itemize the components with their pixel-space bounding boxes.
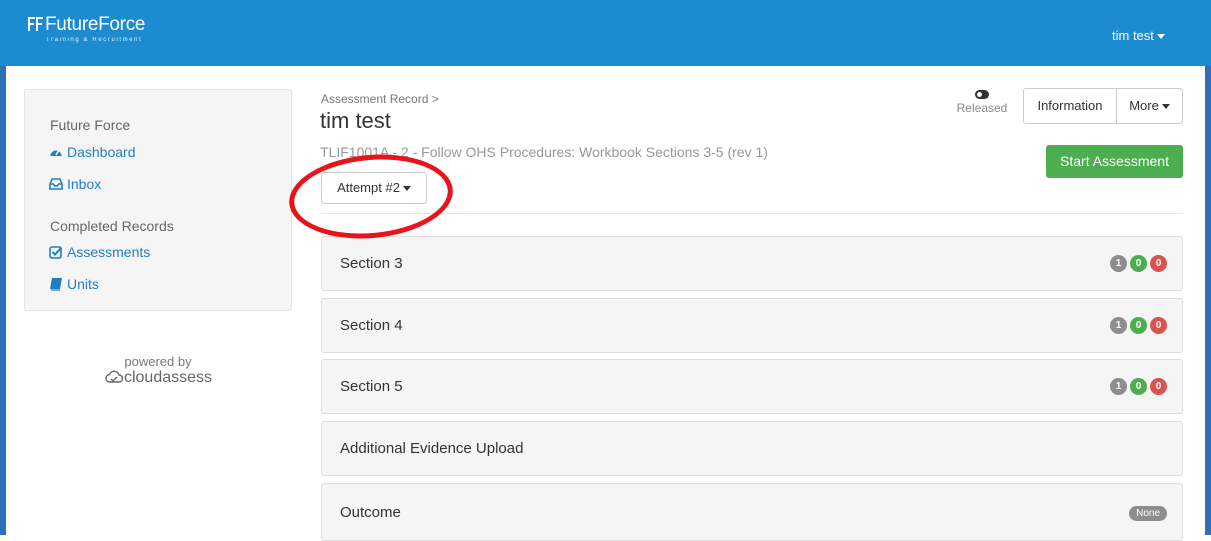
unit-subtitle: TLIF1001A - 2 - Follow OHS Procedures: W… [320,144,768,160]
tachometer-icon [50,149,62,156]
user-menu[interactable]: tim test [1112,28,1165,43]
breadcrumb-separator: > [431,92,439,106]
satisfactory-count-badge: 0 [1130,255,1147,273]
more-label: More [1129,98,1159,113]
pending-count-badge: 1 [1110,317,1127,335]
outcome-status-badge: None [1129,506,1167,522]
sidebar-item-inbox[interactable]: Inbox [49,176,101,192]
sidebar-item-assessments[interactable]: Assessments [49,244,150,260]
breadcrumb-link[interactable]: Assessment Record [321,92,428,106]
start-assessment-button[interactable]: Start Assessment [1046,145,1183,178]
section-panel[interactable]: Additional Evidence Upload [321,421,1183,476]
caret-down-icon [402,186,411,192]
header-divider [321,213,1183,214]
book-icon [50,278,62,291]
user-menu-label: tim test [1112,28,1154,43]
sidebar-item-label: Units [67,276,99,292]
cloudassess-text: cloudassess [123,369,213,386]
sidebar-item-label: Dashboard [67,144,136,160]
logo-text: FutureForce [45,14,146,35]
section-badges: 100 [1107,378,1167,396]
not-satisfactory-count-badge: 0 [1150,317,1167,335]
sidebar-org-heading: Future Force [50,117,131,133]
sidebar-item-label: Assessments [67,244,151,260]
sidebar-records-heading: Completed Records [50,218,174,234]
cloudassess-logo[interactable]: cloudassess [24,369,292,387]
section-badges: 100 [1107,317,1167,335]
not-satisfactory-count-badge: 0 [1150,378,1167,396]
attempt-dropdown[interactable]: Attempt #2 [321,172,427,204]
outcome-status: None [1129,505,1167,523]
caret-down-icon [1156,34,1165,40]
not-satisfactory-count-badge: 0 [1150,255,1167,273]
section-title: Outcome [340,504,401,521]
caret-down-icon [1161,104,1170,110]
released-label: Released [956,101,1008,115]
logo-mark-icon [28,17,43,31]
more-dropdown[interactable]: More [1116,88,1183,124]
section-title: Section 3 [340,255,403,272]
toggle-icon [975,90,989,99]
attempt-label: Attempt #2 [337,180,400,195]
information-button[interactable]: Information [1023,88,1117,124]
breadcrumb: Assessment Record > [321,92,439,106]
pending-count-badge: 1 [1110,255,1127,273]
outcome-panel[interactable]: Outcome None [321,483,1183,541]
sidebar: Future Force Dashboard Inbox Completed R… [24,89,292,311]
check-square-icon [49,246,63,259]
cloud-icon [105,370,124,383]
page-title: tim test [320,108,391,133]
section-title: Additional Evidence Upload [340,440,524,457]
satisfactory-count-badge: 0 [1130,378,1147,396]
section-title: Section 4 [340,317,403,334]
section-panel[interactable]: Section 4 100 [321,298,1183,353]
top-navbar: FutureForce Training & Recruitment tim t… [0,0,1211,66]
section-panel[interactable]: Section 5 100 [321,359,1183,414]
pending-count-badge: 1 [1110,378,1127,396]
sidebar-item-dashboard[interactable]: Dashboard [49,144,136,160]
sidebar-item-units[interactable]: Units [49,276,99,292]
satisfactory-count-badge: 0 [1130,317,1147,335]
inbox-icon [49,178,63,190]
powered-by: powered by cloudassess [24,354,292,386]
logo-tagline: Training & Recruitment [46,37,143,43]
section-badges: 100 [1107,255,1167,273]
released-toggle[interactable]: Released [955,90,1009,115]
powered-by-text: powered by [124,354,192,369]
section-title: Section 5 [340,378,403,395]
section-panel[interactable]: Section 3 100 [321,236,1183,291]
sidebar-item-label: Inbox [67,176,102,192]
